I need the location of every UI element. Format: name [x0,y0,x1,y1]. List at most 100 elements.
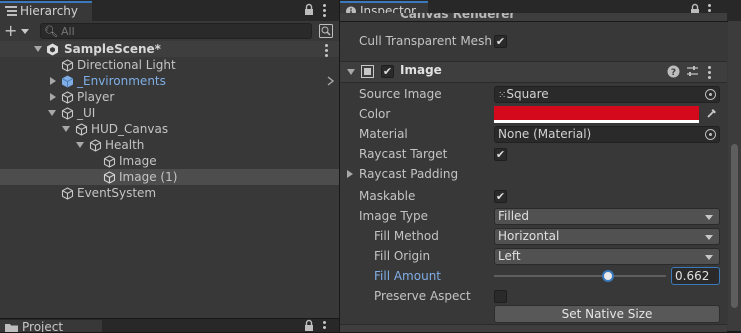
tab-project[interactable]: Project [0,320,102,332]
lock-icon[interactable] [302,3,316,17]
canvas-renderer-header[interactable]: Canvas Renderer [340,13,727,21]
hierarchy-item[interactable]: Image [0,153,339,169]
hierarchy-item[interactable]: _Environments [0,73,339,89]
fill-amount-slider[interactable] [494,270,666,282]
fold-open-icon[interactable] [62,126,70,132]
material-field[interactable]: None (Material) [494,126,720,143]
field-label: Fill Origin [374,249,431,263]
hierarchy-item-selected[interactable]: Image (1) [0,169,339,185]
field-label: Maskable [359,189,416,203]
fill-amount-row: Fill Amount 0.662 [340,266,726,286]
chevron-right-icon[interactable] [327,76,334,86]
gameobject-icon [103,171,116,184]
fold-closed-icon[interactable] [50,77,56,85]
component-title: Image [400,63,442,77]
tab-project-label: Project [22,320,64,332]
hierarchy-toolbar: + 🔍︎ [0,21,339,42]
gameobject-icon [61,107,74,120]
hierarchy-item-label: Directional Light [77,58,176,72]
help-icon[interactable]: ? [667,65,680,78]
hierarchy-item-label: Player [77,90,115,104]
search-icon: 🔍︎ [44,25,58,38]
hierarchy-item-label: HUD_Canvas [91,122,169,136]
gameobject-icon [61,187,74,200]
hierarchy-item-label: Image (1) [119,170,178,184]
preserve-aspect-checkbox[interactable] [494,290,507,303]
image-type-value: Filled [498,209,530,223]
field-label: Color [359,107,391,121]
chevron-down-icon [705,235,713,240]
source-image-field[interactable]: ⁙Square [494,86,720,103]
fold-closed-icon[interactable] [50,93,56,101]
preset-sliders-icon[interactable] [686,65,699,78]
fill-method-dropdown[interactable]: Horizontal [494,228,720,245]
image-enabled-checkbox[interactable]: ✔ [381,65,394,78]
tab-hierarchy-label: Hierarchy [20,4,79,18]
set-native-size-button[interactable]: Set Native Size [494,305,720,323]
slider-thumb[interactable] [601,270,614,282]
fold-open-icon[interactable] [347,69,355,75]
preserve-aspect-row: Preserve Aspect [340,286,726,306]
eyedropper-icon[interactable] [706,107,718,119]
tab-hierarchy[interactable]: Hierarchy [0,1,92,21]
scene-visibility-icon[interactable] [318,23,334,39]
hierarchy-search[interactable]: 🔍︎ [40,23,312,39]
fill-amount-input[interactable]: 0.662 [671,267,720,285]
fill-origin-dropdown[interactable]: Left [494,248,720,265]
field-label: Cull Transparent Mesh [359,34,492,48]
hierarchy-item[interactable]: Player [0,89,339,105]
inspector-scrollbar[interactable] [728,21,741,331]
field-label: Source Image [359,87,442,101]
source-image-value: Square [506,87,549,101]
material-value: None (Material) [498,127,592,141]
fold-open-icon[interactable] [34,46,42,52]
chevron-down-icon [21,29,29,34]
scene-row[interactable]: SampleScene* [0,41,339,57]
hierarchy-item[interactable]: EventSystem [0,185,339,201]
fold-open-icon[interactable] [76,142,84,148]
search-input[interactable] [61,24,301,38]
color-field[interactable] [494,106,720,123]
chevron-down-icon [705,215,713,220]
project-menu-icon[interactable] [323,321,327,331]
raycast-padding-row[interactable]: Raycast Padding [340,164,726,184]
component-menu-icon[interactable] [708,66,712,81]
fill-origin-row: Fill Origin Left [340,246,726,266]
scrollbar-thumb[interactable] [731,144,738,308]
fill-origin-value: Left [498,249,521,263]
hierarchy-item-label: Image [119,154,157,168]
maskable-row: Maskable ✔ [340,186,726,206]
cull-transparent-mesh-checkbox[interactable]: ✔ [494,35,507,48]
raycast-target-checkbox[interactable]: ✔ [494,148,507,161]
hierarchy-item[interactable]: Health [0,137,339,153]
fold-open-icon[interactable] [48,110,56,116]
hierarchy-item[interactable]: HUD_Canvas [0,121,339,137]
image-component-icon [361,65,374,78]
gameobject-icon [61,91,74,104]
color-row: Color [340,104,726,124]
image-type-row: Image Type Filled [340,206,726,226]
project-tab-bar: Project [0,318,339,332]
image-type-dropdown[interactable]: Filled [494,208,720,225]
image-component-header[interactable]: ✔ Image ? [340,61,727,83]
object-picker-icon[interactable] [705,89,716,100]
object-picker-icon[interactable] [705,129,716,140]
hierarchy-menu-icon[interactable] [323,4,327,19]
color-swatch[interactable] [494,106,699,120]
create-button[interactable]: + [4,23,34,39]
scene-name: SampleScene* [64,42,161,56]
raycast-target-row: Raycast Target ✔ [340,144,726,164]
list-icon [5,6,17,16]
field-label: Raycast Target [359,147,448,161]
field-label: Image Type [359,209,428,223]
fill-method-row: Fill Method Horizontal [340,226,726,246]
prefab-icon [61,75,74,88]
fold-closed-icon[interactable] [347,170,353,178]
hierarchy-item[interactable]: Directional Light [0,57,339,73]
hierarchy-item[interactable]: _UI [0,105,339,121]
hierarchy-item-label: EventSystem [77,186,157,200]
fill-method-value: Horizontal [498,229,560,243]
field-label: Material [359,127,408,141]
maskable-checkbox[interactable]: ✔ [494,190,507,203]
plus-icon: + [4,21,18,40]
